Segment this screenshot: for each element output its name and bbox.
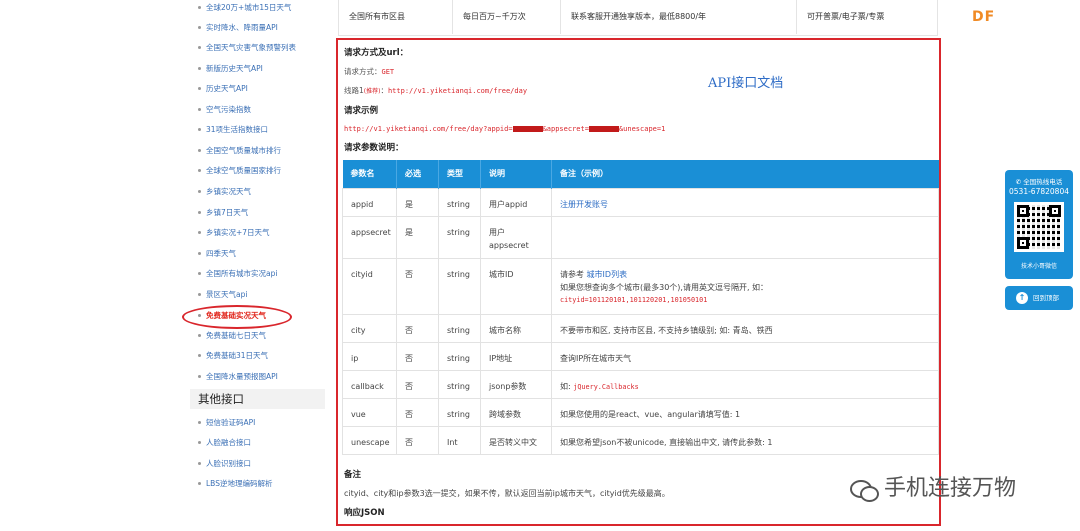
sidebar-item[interactable]: 31项生活指数接口 bbox=[198, 124, 268, 136]
bullet-icon bbox=[198, 333, 201, 337]
route-url[interactable]: http://v1.yiketianqi.com/free/day bbox=[388, 87, 527, 95]
table-row: unescape 否 Int 是否转义中文 如果您希望json不被unicode… bbox=[342, 425, 939, 455]
bullet-icon bbox=[198, 148, 201, 152]
example-url[interactable]: http://v1.yiketianqi.com/free/day?appid=… bbox=[344, 124, 665, 133]
params-table: 参数名 必选 类型 说明 备注（示例） appid 是 string 用户app… bbox=[342, 160, 939, 455]
method-heading: 请求方式及url： bbox=[344, 48, 409, 58]
remark-text: cityid、city和ip参数3选一提交，如果不传，默认返回当前ip城市天气，… bbox=[344, 489, 670, 498]
hotline-widget[interactable]: ✆ 全国热线电话 0531-67820804 技术小哥微信 bbox=[1005, 170, 1073, 279]
table-row: callback 否 string jsonp参数 如: jQuery.Call… bbox=[342, 369, 939, 399]
pricing-cell: 每日百万~千万次 bbox=[453, 0, 561, 34]
city-id-list-link[interactable]: 城市ID列表 bbox=[587, 270, 628, 279]
df-logo: DF bbox=[972, 9, 996, 25]
column-header: 类型 bbox=[438, 160, 481, 188]
hotline-label: ✆ 全国热线电话 bbox=[1015, 178, 1063, 186]
sidebar-item[interactable]: 实时降水、降雨量API bbox=[198, 22, 278, 34]
sidebar-item[interactable]: 全国空气质量城市排行 bbox=[198, 145, 281, 157]
pricing-cell: 全国所有市区县 bbox=[339, 0, 453, 34]
method-line: 请求方式：GET bbox=[344, 67, 395, 76]
bullet-icon bbox=[198, 168, 201, 172]
bullet-icon bbox=[198, 5, 201, 9]
bullet-icon bbox=[198, 210, 201, 214]
watermark: 手机连接万物 bbox=[850, 470, 1016, 502]
bullet-icon bbox=[198, 353, 201, 357]
remark-heading: 备注 bbox=[344, 470, 362, 480]
pricing-cell: 可开普票/电子票/专票 bbox=[807, 12, 885, 21]
table-row: city 否 string 城市名称 不要带市和区, 支持市区县, 不支持乡镇级… bbox=[342, 313, 939, 343]
bullet-icon bbox=[198, 420, 201, 424]
bullet-icon bbox=[198, 461, 201, 465]
table-header-row: 参数名 必选 类型 说明 备注（示例） bbox=[342, 160, 939, 188]
bullet-icon bbox=[198, 481, 201, 485]
register-link[interactable]: 注册开发账号 bbox=[560, 200, 608, 209]
table-row: ip 否 string IP地址 查询IP所在城市天气 bbox=[342, 341, 939, 371]
bullet-icon bbox=[198, 45, 201, 49]
up-arrow-icon: ↑ bbox=[1016, 292, 1028, 304]
bullet-icon bbox=[198, 127, 201, 131]
wechat-icon bbox=[850, 478, 880, 502]
table-row: appsecret 是 string 用户appsecret bbox=[342, 215, 939, 259]
sidebar-item[interactable]: 全国天气灾害气象预警列表 bbox=[198, 42, 296, 54]
sidebar-item[interactable]: LBS逆地理编码解析 bbox=[198, 478, 272, 490]
sidebar-item[interactable]: 历史天气API bbox=[198, 83, 248, 95]
sidebar-item[interactable]: 免费基础七日天气 bbox=[198, 330, 266, 342]
route-line: 线路1(推荐)：http://v1.yiketianqi.com/free/da… bbox=[344, 86, 528, 95]
sidebar-item[interactable]: 全国所有城市实况api bbox=[198, 268, 277, 280]
sidebar-item[interactable]: 乡镇实况天气 bbox=[198, 186, 251, 198]
column-header: 说明 bbox=[480, 160, 552, 188]
example-heading: 请求示例 bbox=[344, 106, 379, 116]
sidebar-item[interactable]: 新版历史天气API bbox=[198, 63, 263, 75]
table-row: cityid 否 string 城市ID 请参考 城市ID列表 如果您想查询多个… bbox=[342, 257, 939, 315]
bullet-icon bbox=[198, 251, 201, 255]
back-to-top-button[interactable]: ↑ 回到顶部 bbox=[1005, 286, 1073, 310]
sidebar-item[interactable]: 免费基础31日天气 bbox=[198, 350, 268, 362]
bullet-icon bbox=[198, 230, 201, 234]
bullet-icon bbox=[198, 292, 201, 296]
pricing-table-fragment: 全国所有市区县 每日百万~千万次 联系客服开通独享版本，最低8800/年 可开普… bbox=[338, 0, 938, 36]
bullet-icon bbox=[198, 189, 201, 193]
redacted-mask bbox=[512, 126, 543, 132]
bullet-icon bbox=[198, 271, 201, 275]
sidebar-item[interactable]: 乡镇实况+7日天气 bbox=[198, 227, 270, 239]
sidebar-item[interactable]: 全国降水量预报图API bbox=[198, 371, 278, 383]
sidebar-item[interactable]: 空气污染指数 bbox=[198, 104, 251, 116]
sidebar-item[interactable]: 四季天气 bbox=[198, 248, 236, 260]
sidebar-item[interactable]: 人脸识别接口 bbox=[198, 458, 251, 470]
bullet-icon bbox=[198, 25, 201, 29]
bullet-icon bbox=[198, 440, 201, 444]
sidebar-item[interactable]: 乡镇7日天气 bbox=[198, 207, 248, 219]
api-doc-annotation: API接口文档 bbox=[708, 76, 784, 91]
qr-caption: 技术小哥微信 bbox=[1020, 263, 1057, 270]
qr-code-icon bbox=[1014, 202, 1064, 252]
sidebar-item[interactable]: 景区天气api bbox=[198, 289, 247, 301]
bullet-icon bbox=[198, 107, 201, 111]
hotline-number: 0531-67820804 bbox=[1009, 187, 1069, 196]
redacted-mask bbox=[588, 126, 619, 132]
sidebar-item[interactable]: 短信验证码API bbox=[198, 417, 255, 429]
bullet-icon bbox=[198, 374, 201, 378]
table-row: appid 是 string 用户appid 注册开发账号 bbox=[342, 187, 939, 217]
response-heading: 响应JSON bbox=[344, 508, 385, 518]
highlight-ellipse-annotation bbox=[182, 305, 292, 329]
pricing-cell: 联系客服开通独享版本，最低8800/年 bbox=[561, 0, 797, 34]
column-header: 备注（示例） bbox=[551, 160, 939, 188]
bullet-icon bbox=[198, 66, 201, 70]
sidebar-section-header: 其他接口 bbox=[190, 389, 325, 409]
api-doc-panel: API接口文档 请求方式及url： 请求方式：GET 线路1(推荐)：http:… bbox=[336, 38, 941, 526]
column-header: 必选 bbox=[396, 160, 439, 188]
sidebar: 全球20万+城市15日天气 实时降水、降雨量API 全国天气灾害气象预警列表 新… bbox=[190, 0, 326, 531]
sidebar-item[interactable]: 全球20万+城市15日天气 bbox=[198, 2, 291, 14]
recommend-badge: (推荐) bbox=[363, 88, 381, 95]
params-heading: 请求参数说明： bbox=[344, 143, 404, 153]
sidebar-item[interactable]: 全球空气质量国家排行 bbox=[198, 165, 281, 177]
bullet-icon bbox=[198, 86, 201, 90]
table-row: vue 否 string 跨域参数 如果您使用的是react、vue、angul… bbox=[342, 397, 939, 427]
sidebar-item[interactable]: 人脸融合接口 bbox=[198, 437, 251, 449]
method-value: GET bbox=[381, 68, 395, 76]
column-header: 参数名 bbox=[342, 160, 397, 188]
